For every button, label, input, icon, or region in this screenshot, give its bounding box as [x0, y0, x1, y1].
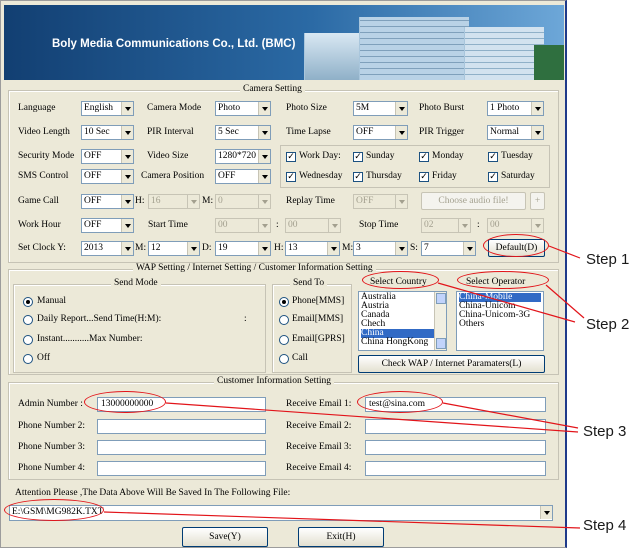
step-3-label: Step 3: [583, 423, 627, 440]
step-1-label: Step 1: [586, 251, 630, 268]
annotation-lines: [103, 245, 585, 529]
step-2-label: Step 2: [586, 316, 630, 333]
step-4-label: Step 4: [583, 517, 627, 534]
